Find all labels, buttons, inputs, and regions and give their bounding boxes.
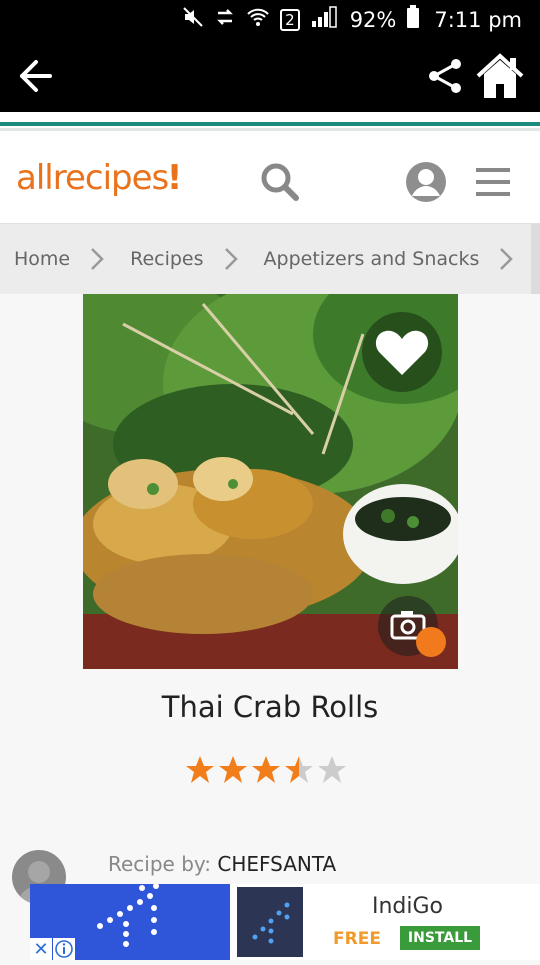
allrecipes-logo[interactable]: allrecipesǃ xyxy=(16,158,181,198)
star-half-icon xyxy=(285,756,313,783)
favorite-heart-button[interactable] xyxy=(362,312,442,392)
camera-icon xyxy=(378,596,446,657)
ad-info-icon[interactable] xyxy=(53,938,75,960)
recipe-title: Thai Crab Rolls xyxy=(161,690,379,724)
accent-stripe-shadow xyxy=(0,128,540,131)
breadcrumb-recipes[interactable]: Recipes xyxy=(116,248,203,270)
heart-icon xyxy=(375,330,429,375)
home-icon[interactable] xyxy=(474,52,526,100)
mute-icon xyxy=(182,6,204,34)
ad-close-icon[interactable]: ✕ xyxy=(30,938,52,960)
breadcrumb-home[interactable]: Home xyxy=(0,248,70,270)
add-photo-button[interactable] xyxy=(376,596,446,660)
chevron-right-icon xyxy=(216,244,250,274)
chevron-right-icon xyxy=(491,244,525,274)
breadcrumb-appetizers[interactable]: Appetizers and Snacks xyxy=(250,248,480,270)
author-name-link[interactable]: CHEFSANTA xyxy=(217,852,336,876)
ad-banner[interactable]: IndiGo FREE INSTALL xyxy=(30,883,540,960)
ad-app-icon xyxy=(234,884,306,960)
ad-install-button[interactable]: INSTALL xyxy=(400,926,480,950)
back-arrow-icon[interactable] xyxy=(14,56,54,96)
star-icon xyxy=(252,756,280,783)
status-bar: 2 92% 7:11 pm xyxy=(0,0,540,40)
logo-text: allrecipes xyxy=(16,158,169,198)
chevron-right-icon xyxy=(82,244,116,274)
recipe-author: Recipe by: CHEFSANTA xyxy=(108,852,336,876)
breadcrumb-current[interactable]: Wr xyxy=(531,224,540,294)
battery-percent: 92% xyxy=(349,8,397,32)
ad-app-name: IndiGo xyxy=(372,894,444,919)
header-divider xyxy=(0,112,540,136)
sim-badge: 2 xyxy=(280,9,300,31)
share-icon[interactable] xyxy=(426,56,466,96)
hamburger-menu-icon[interactable] xyxy=(474,164,514,200)
status-icons: 2 92% xyxy=(182,5,420,35)
clock: 7:11 pm xyxy=(434,8,522,32)
accent-stripe xyxy=(0,122,540,126)
author-label: Recipe by: xyxy=(108,852,212,876)
site-header: allrecipesǃ xyxy=(0,136,540,224)
ad-price: FREE xyxy=(333,929,381,949)
user-profile-icon[interactable] xyxy=(404,160,448,204)
app-nav-bar xyxy=(0,40,540,112)
search-icon[interactable] xyxy=(258,160,302,204)
star-rating[interactable] xyxy=(184,754,354,786)
logo-exclamation: ǃ xyxy=(168,158,181,198)
battery-icon xyxy=(406,5,420,35)
signal-icon xyxy=(310,5,340,35)
star-icon xyxy=(186,756,214,783)
breadcrumb: Home Recipes Appetizers and Snacks Wr xyxy=(0,224,540,294)
star-empty-icon xyxy=(318,756,346,783)
star-icon xyxy=(219,756,247,783)
data-transfer-icon xyxy=(214,6,236,34)
wifi-icon xyxy=(246,6,270,34)
